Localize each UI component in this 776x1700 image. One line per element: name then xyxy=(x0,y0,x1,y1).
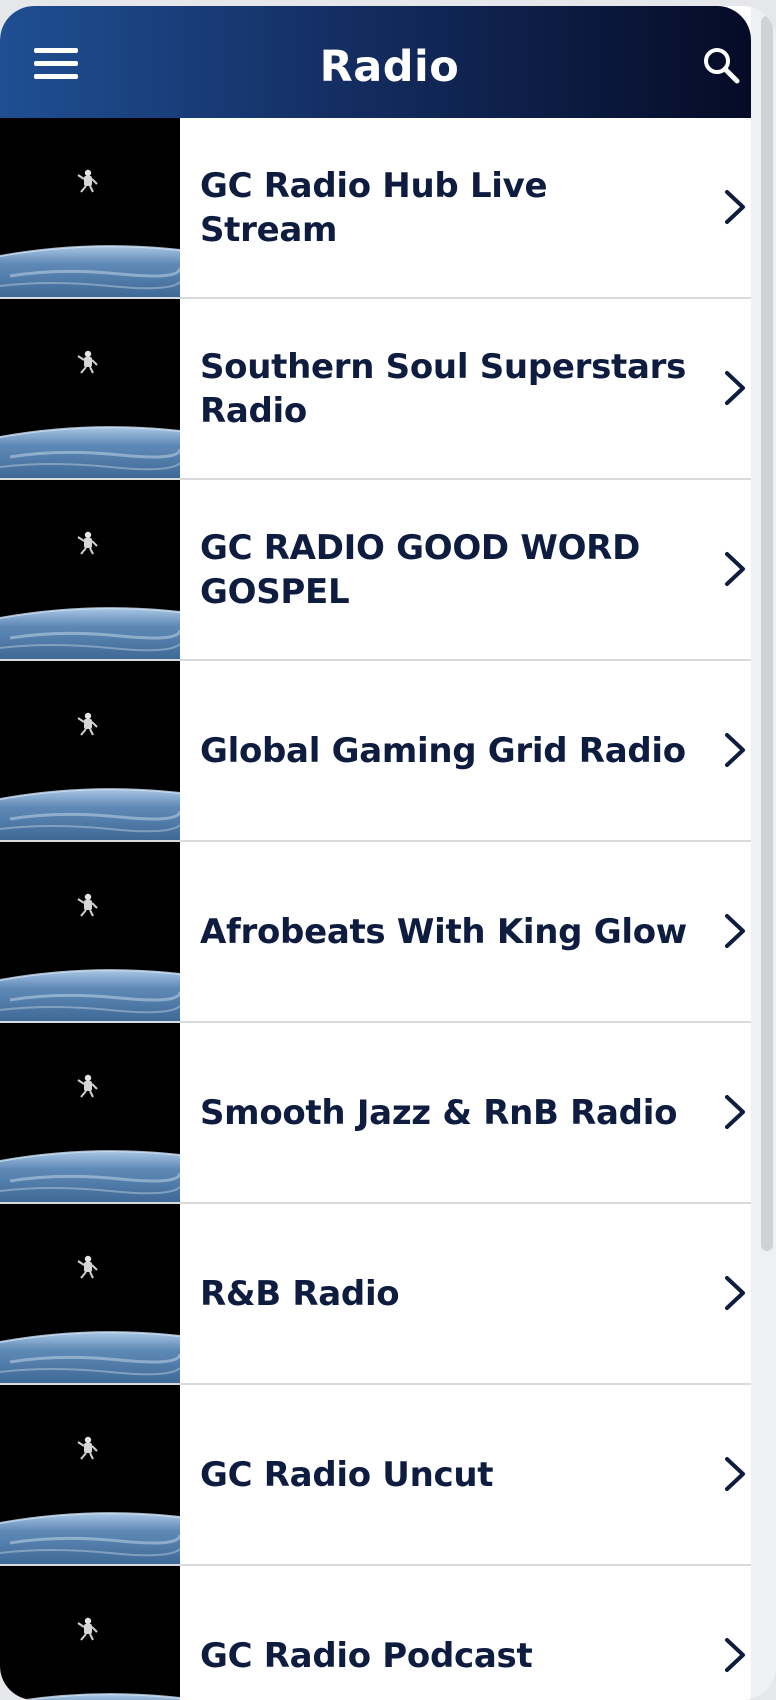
station-row[interactable]: Southern Soul Superstars Radio xyxy=(0,299,751,480)
station-row[interactable]: GC Radio Uncut xyxy=(0,1385,751,1566)
radio-screen: Radio GC Radio Hub Live Stream Southern … xyxy=(0,6,751,1700)
chevron-right-icon xyxy=(721,1092,749,1132)
station-artwork-image xyxy=(0,1204,180,1383)
station-artwork-image xyxy=(0,480,180,659)
chevron-right-icon xyxy=(721,368,749,408)
chevron-right-icon xyxy=(721,911,749,951)
scrollbar[interactable] xyxy=(751,6,776,1700)
station-name: Smooth Jazz & RnB Radio xyxy=(200,1092,678,1133)
station-row[interactable]: GC Radio Hub Live Stream xyxy=(0,118,751,299)
station-artwork-image xyxy=(0,661,180,840)
station-row[interactable]: GC RADIO GOOD WORD GOSPEL xyxy=(0,480,751,661)
station-name: GC Radio Uncut xyxy=(200,1454,494,1495)
station-row[interactable]: GC Radio Podcast xyxy=(0,1566,751,1700)
station-name: Southern Soul Superstars Radio xyxy=(200,346,687,431)
station-artwork-image xyxy=(0,299,180,478)
station-name: R&B Radio xyxy=(200,1273,400,1314)
app-frame: Radio GC Radio Hub Live Stream Southern … xyxy=(0,6,776,1700)
station-row[interactable]: Smooth Jazz & RnB Radio xyxy=(0,1023,751,1204)
station-name: Afrobeats With King Glow xyxy=(200,911,687,952)
station-row[interactable]: Afrobeats With King Glow xyxy=(0,842,751,1023)
station-list: GC Radio Hub Live Stream Southern Soul S… xyxy=(0,118,751,1700)
station-artwork-image xyxy=(0,1385,180,1564)
station-artwork-image xyxy=(0,1566,180,1700)
chevron-right-icon xyxy=(721,1273,749,1313)
app-header: Radio xyxy=(0,6,751,118)
station-name: Global Gaming Grid Radio xyxy=(200,730,686,771)
station-artwork-image xyxy=(0,118,180,297)
station-name: GC Radio Hub Live Stream xyxy=(200,165,548,250)
station-row[interactable]: Global Gaming Grid Radio xyxy=(0,661,751,842)
chevron-right-icon xyxy=(721,549,749,589)
station-name: GC Radio Podcast xyxy=(200,1635,533,1676)
chevron-right-icon xyxy=(721,187,749,227)
scrollbar-thumb[interactable] xyxy=(761,16,773,1251)
page-title: Radio xyxy=(319,42,460,92)
station-artwork-image xyxy=(0,1023,180,1202)
search-icon[interactable] xyxy=(700,44,744,88)
chevron-right-icon xyxy=(721,1454,749,1494)
station-artwork-image xyxy=(0,842,180,1021)
chevron-right-icon xyxy=(721,1635,749,1675)
chevron-right-icon xyxy=(721,730,749,770)
station-row[interactable]: R&B Radio xyxy=(0,1204,751,1385)
station-name: GC RADIO GOOD WORD GOSPEL xyxy=(200,527,640,612)
